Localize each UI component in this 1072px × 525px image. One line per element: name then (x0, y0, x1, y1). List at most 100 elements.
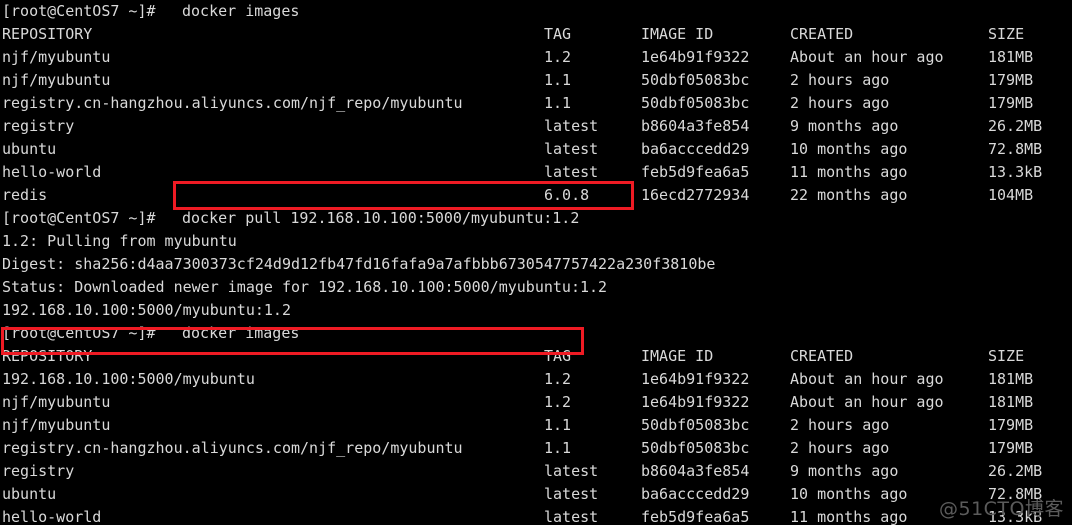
table-row: ubuntu latest ba6acccedd29 10 months ago… (0, 483, 1072, 506)
column-header-tag: TAG (544, 25, 572, 43)
column-header-repository: REPOSITORY (2, 347, 93, 365)
cell-tag: 1.1 (544, 71, 572, 89)
table-row: registry.cn-hangzhou.aliyuncs.com/njf_re… (0, 437, 1072, 460)
terminal-window[interactable]: [root@CentOS7 ~]# docker images REPOSITO… (0, 0, 1072, 525)
cell-created: 10 months ago (790, 140, 908, 158)
pull-output-image-ref: 192.168.10.100:5000/myubuntu:1.2 (2, 301, 291, 319)
cell-created: 11 months ago (790, 508, 908, 525)
cell-size: 179MB (988, 71, 1034, 89)
table-row: njf/myubuntu 1.1 50dbf05083bc 2 hours ag… (0, 69, 1072, 92)
cell-size: 13.3kB (988, 163, 1043, 181)
cell-repository: registry.cn-hangzhou.aliyuncs.com/njf_re… (2, 94, 463, 112)
cell-repository: njf/myubuntu (2, 393, 111, 411)
cell-size: 181MB (988, 393, 1034, 411)
cell-repository: njf/myubuntu (2, 71, 111, 89)
cell-size: 26.2MB (988, 462, 1043, 480)
cell-tag: 1.1 (544, 416, 572, 434)
command-text: docker images (182, 2, 300, 20)
table-row: registry latest b8604a3fe854 9 months ag… (0, 115, 1072, 138)
column-header-repository: REPOSITORY (2, 25, 93, 43)
cell-repository: registry (2, 462, 75, 480)
table-row: njf/myubuntu 1.2 1e64b91f9322 About an h… (0, 391, 1072, 414)
cell-tag: latest (544, 163, 599, 181)
pull-output-status: Status: Downloaded newer image for 192.1… (2, 278, 608, 296)
cell-tag: latest (544, 140, 599, 158)
cell-repository: hello-world (2, 163, 102, 181)
cell-image-id: 50dbf05083bc (641, 439, 750, 457)
cell-image-id: 1e64b91f9322 (641, 48, 750, 66)
cell-created: 9 months ago (790, 117, 899, 135)
table-row: registry.cn-hangzhou.aliyuncs.com/njf_re… (0, 92, 1072, 115)
table-header-first: REPOSITORY TAG IMAGE ID CREATED SIZE (0, 23, 1072, 46)
cell-tag: latest (544, 462, 599, 480)
pull-output-digest: Digest: sha256:d4aa7300373cf24d9d12fb47f… (2, 255, 716, 273)
cell-image-id: ba6acccedd29 (641, 485, 750, 503)
cell-repository: ubuntu (2, 485, 57, 503)
column-header-image-id: IMAGE ID (641, 25, 714, 43)
cell-tag: 1.1 (544, 94, 572, 112)
cell-repository: redis (2, 186, 48, 204)
cell-size: 26.2MB (988, 117, 1043, 135)
shell-prompt: [root@CentOS7 ~]# (2, 324, 165, 342)
cell-repository: hello-world (2, 508, 102, 525)
cell-tag: latest (544, 117, 599, 135)
cell-size: 179MB (988, 439, 1034, 457)
command-text: docker images (182, 324, 300, 342)
cell-image-id: 50dbf05083bc (641, 71, 750, 89)
cell-image-id: feb5d9fea6a5 (641, 508, 750, 525)
cell-size: 181MB (988, 370, 1034, 388)
table-row: hello-world latest feb5d9fea6a5 11 month… (0, 161, 1072, 184)
cell-created: About an hour ago (790, 48, 944, 66)
cell-created: 9 months ago (790, 462, 899, 480)
cell-repository: njf/myubuntu (2, 416, 111, 434)
table-row-highlighted: 192.168.10.100:5000/myubuntu 1.2 1e64b91… (0, 368, 1072, 391)
cell-repository: 192.168.10.100:5000/myubuntu (2, 370, 255, 388)
cell-created: 10 months ago (790, 485, 908, 503)
shell-prompt: [root@CentOS7 ~]# (2, 209, 165, 227)
cell-created: 2 hours ago (790, 416, 890, 434)
cell-size: 72.8MB (988, 140, 1043, 158)
cell-tag: 6.0.8 (544, 186, 590, 204)
column-header-image-id: IMAGE ID (641, 347, 714, 365)
command-line-images-second: [root@CentOS7 ~]# docker images (0, 322, 1072, 345)
command-line-images-first: [root@CentOS7 ~]# docker images (0, 0, 1072, 23)
shell-prompt: [root@CentOS7 ~]# (2, 2, 165, 20)
cell-image-id: 50dbf05083bc (641, 94, 750, 112)
column-header-created: CREATED (790, 25, 854, 43)
table-row: hello-world latest feb5d9fea6a5 11 month… (0, 506, 1072, 525)
cell-created: 22 months ago (790, 186, 908, 204)
cell-image-id: 1e64b91f9322 (641, 393, 750, 411)
cell-created: About an hour ago (790, 370, 944, 388)
cell-tag: latest (544, 485, 599, 503)
command-line-pull: [root@CentOS7 ~]# docker pull 192.168.10… (0, 207, 1072, 230)
cell-size: 179MB (988, 416, 1034, 434)
table-row: redis 6.0.8 16ecd2772934 22 months ago 1… (0, 184, 1072, 207)
cell-image-id: ba6acccedd29 (641, 140, 750, 158)
cell-repository: njf/myubuntu (2, 48, 111, 66)
cell-repository: registry (2, 117, 75, 135)
cell-repository: ubuntu (2, 140, 57, 158)
column-header-tag: TAG (544, 347, 572, 365)
column-header-size: SIZE (988, 25, 1025, 43)
table-header-second: REPOSITORY TAG IMAGE ID CREATED SIZE (0, 345, 1072, 368)
cell-created: 2 hours ago (790, 71, 890, 89)
table-row: njf/myubuntu 1.1 50dbf05083bc 2 hours ag… (0, 414, 1072, 437)
cell-image-id: feb5d9fea6a5 (641, 163, 750, 181)
cell-image-id: b8604a3fe854 (641, 117, 750, 135)
watermark: @51CTO博客 (938, 498, 1064, 520)
cell-tag: latest (544, 508, 599, 525)
cell-image-id: b8604a3fe854 (641, 462, 750, 480)
cell-repository: registry.cn-hangzhou.aliyuncs.com/njf_re… (2, 439, 463, 457)
column-header-created: CREATED (790, 347, 854, 365)
table-row: registry latest b8604a3fe854 9 months ag… (0, 460, 1072, 483)
cell-size: 179MB (988, 94, 1034, 112)
pull-output-line-1: 1.2: Pulling from myubuntu (2, 232, 237, 250)
cell-tag: 1.2 (544, 393, 572, 411)
cell-image-id: 50dbf05083bc (641, 416, 750, 434)
cell-size: 104MB (988, 186, 1034, 204)
cell-image-id: 16ecd2772934 (641, 186, 750, 204)
table-row: ubuntu latest ba6acccedd29 10 months ago… (0, 138, 1072, 161)
cell-created: About an hour ago (790, 393, 944, 411)
table-row: njf/myubuntu 1.2 1e64b91f9322 About an h… (0, 46, 1072, 69)
cell-created: 11 months ago (790, 163, 908, 181)
